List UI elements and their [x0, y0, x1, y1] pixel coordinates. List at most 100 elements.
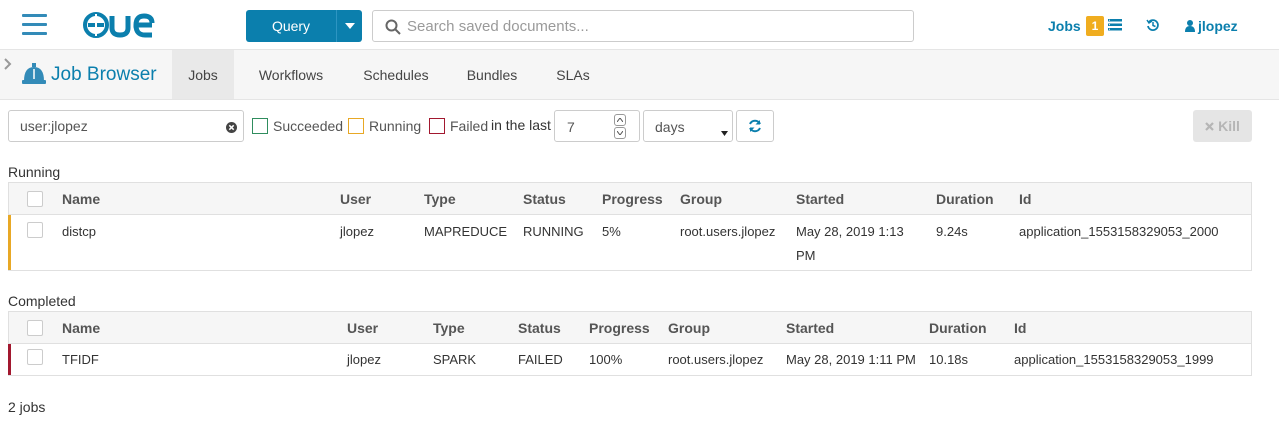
column-header-duration[interactable]: Duration: [936, 191, 994, 207]
column-header-progress[interactable]: Progress: [602, 191, 663, 207]
tab-jobs[interactable]: Jobs: [172, 50, 234, 99]
job-status: FAILED: [518, 352, 563, 367]
hue-logo[interactable]: [82, 10, 178, 40]
jobs-link[interactable]: Jobs: [1048, 18, 1081, 34]
hamburger-menu-icon[interactable]: [22, 14, 47, 36]
running-filter[interactable]: Running: [348, 118, 421, 134]
history-icon[interactable]: [1146, 18, 1160, 35]
tab-bundles[interactable]: Bundles: [455, 50, 529, 99]
search-input[interactable]: [407, 11, 907, 41]
column-header-type[interactable]: Type: [433, 320, 465, 336]
job-started-line2: PM: [796, 248, 816, 263]
query-button-label[interactable]: Query: [246, 10, 337, 42]
running-jobs-table: Name User Type Status Progress Group Sta…: [8, 182, 1252, 271]
job-progress: 100%: [589, 352, 623, 367]
failed-status-stripe: [8, 344, 11, 375]
failed-label: Failed: [450, 118, 489, 134]
search-box[interactable]: [372, 10, 914, 42]
column-header-name[interactable]: Name: [62, 320, 100, 336]
job-id[interactable]: application_1553158329053_2000: [1019, 224, 1219, 239]
days-number-input[interactable]: 7: [554, 110, 640, 142]
in-the-last-label: in the last: [491, 117, 551, 133]
job-status: RUNNING: [523, 224, 584, 239]
column-header-started[interactable]: Started: [796, 191, 844, 207]
column-header-id[interactable]: Id: [1014, 320, 1026, 336]
job-name[interactable]: distcp: [62, 224, 96, 239]
select-all-checkbox[interactable]: [27, 191, 43, 207]
failed-filter[interactable]: Failed: [429, 118, 488, 134]
jobs-count-badge[interactable]: 1: [1086, 16, 1104, 36]
running-checkbox[interactable]: [348, 118, 364, 134]
user-icon: [1185, 20, 1195, 32]
column-header-user[interactable]: User: [340, 191, 371, 207]
days-value[interactable]: 7: [567, 119, 575, 135]
column-header-type[interactable]: Type: [424, 191, 456, 207]
caret-down-icon[interactable]: [337, 10, 362, 42]
running-section-title: Running: [8, 164, 61, 180]
chevron-right-icon[interactable]: [4, 58, 12, 73]
top-navbar: Query Jobs 1 jlopez: [0, 0, 1279, 50]
clear-icon[interactable]: [226, 121, 237, 136]
job-filter-box[interactable]: [8, 110, 244, 142]
days-unit-select[interactable]: days: [643, 110, 733, 142]
succeeded-checkbox[interactable]: [252, 118, 268, 134]
tab-slas[interactable]: SLAs: [546, 50, 600, 99]
job-user: jlopez: [347, 352, 381, 367]
failed-checkbox[interactable]: [429, 118, 445, 134]
job-duration: 10.18s: [929, 352, 969, 367]
job-duration: 9.24s: [936, 224, 968, 239]
days-unit-value[interactable]: days: [655, 119, 685, 135]
job-count: 2 jobs: [8, 399, 46, 415]
close-icon: [1205, 121, 1214, 131]
row-checkbox[interactable]: [27, 222, 43, 238]
completed-section-title: Completed: [8, 293, 76, 309]
column-header-duration[interactable]: Duration: [929, 320, 987, 336]
app-title[interactable]: Job Browser: [51, 64, 157, 86]
job-type: MAPREDUCE: [424, 224, 508, 239]
tab-workflows[interactable]: Workflows: [246, 50, 336, 99]
running-status-stripe: [8, 215, 11, 270]
user-menu[interactable]: jlopez: [1185, 18, 1238, 34]
job-type: SPARK: [433, 352, 477, 367]
job-progress: 5%: [602, 224, 621, 239]
succeeded-filter[interactable]: Succeeded: [252, 118, 343, 134]
job-filter-input[interactable]: [20, 111, 220, 141]
table-header: Name User Type Status Progress Group Sta…: [9, 312, 1251, 344]
job-name[interactable]: TFIDF: [62, 352, 99, 367]
username[interactable]: jlopez: [1198, 18, 1238, 34]
caret-down-icon[interactable]: [721, 124, 728, 139]
job-browser-icon: [22, 63, 46, 88]
column-header-group[interactable]: Group: [680, 191, 722, 207]
table-row[interactable]: distcp jlopez MAPREDUCE RUNNING 5% root.…: [8, 215, 1251, 270]
app-subnav: Job Browser Jobs Workflows Schedules Bun…: [0, 50, 1279, 100]
column-header-user[interactable]: User: [347, 320, 378, 336]
column-header-progress[interactable]: Progress: [589, 320, 650, 336]
jobs-list-icon[interactable]: [1108, 19, 1122, 34]
kill-button[interactable]: Kill: [1193, 110, 1252, 142]
table-header: Name User Type Status Progress Group Sta…: [9, 183, 1251, 215]
succeeded-label: Succeeded: [273, 118, 344, 134]
job-started: May 28, 2019 1:11 PM: [786, 352, 916, 367]
column-header-status[interactable]: Status: [518, 320, 561, 336]
tab-schedules[interactable]: Schedules: [352, 50, 440, 99]
decrement-icon[interactable]: [614, 127, 626, 139]
kill-label: Kill: [1218, 118, 1240, 134]
row-checkbox[interactable]: [27, 349, 43, 365]
job-started-line1: May 28, 2019 1:13: [796, 224, 904, 239]
increment-icon[interactable]: [614, 114, 626, 126]
search-icon: [385, 19, 401, 38]
column-header-status[interactable]: Status: [523, 191, 566, 207]
column-header-started[interactable]: Started: [786, 320, 834, 336]
running-label: Running: [369, 118, 422, 134]
query-button[interactable]: Query: [246, 10, 362, 42]
job-user: jlopez: [340, 224, 374, 239]
table-row[interactable]: TFIDF jlopez SPARK FAILED 100% root.user…: [8, 344, 1251, 375]
column-header-group[interactable]: Group: [668, 320, 710, 336]
refresh-icon: [749, 119, 761, 133]
job-group: root.users.jlopez: [668, 352, 764, 367]
select-all-checkbox[interactable]: [27, 320, 43, 336]
column-header-name[interactable]: Name: [62, 191, 100, 207]
job-id[interactable]: application_1553158329053_1999: [1014, 352, 1214, 367]
refresh-button[interactable]: [736, 110, 774, 142]
column-header-id[interactable]: Id: [1019, 191, 1031, 207]
